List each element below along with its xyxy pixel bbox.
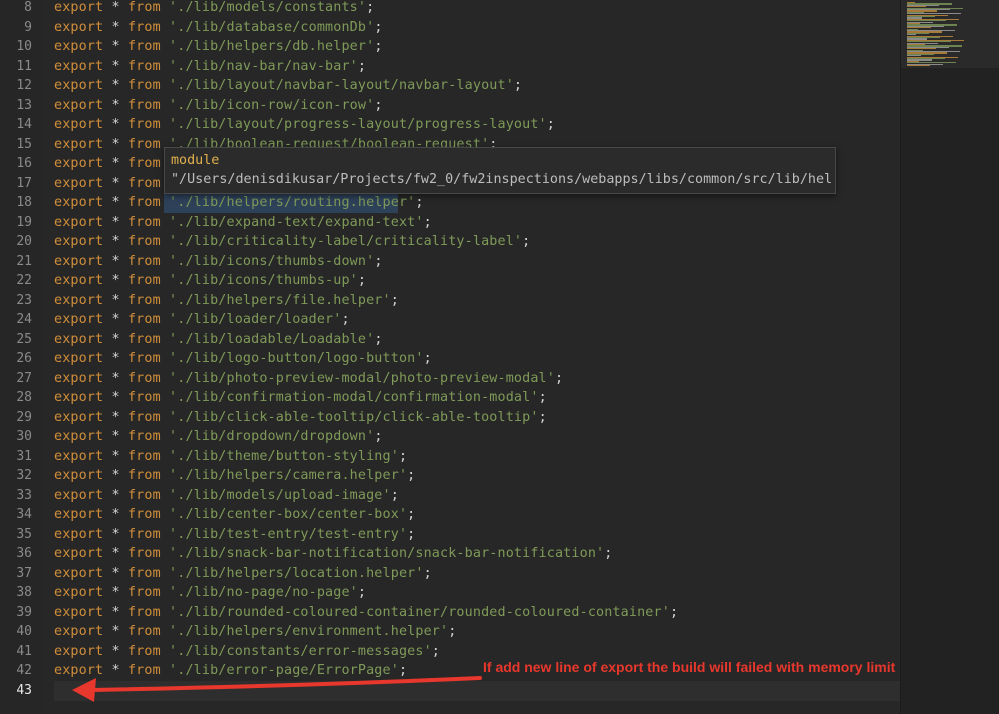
code-editor[interactable]: 8 9 10 11 12 13 14 15 16 17 18 19 20 21 22 23 24 25 26 27 28… xyxy=(0,0,999,714)
annotation-text: If add new line of export the build will… xyxy=(483,659,896,675)
annotation-arrow xyxy=(72,676,482,702)
